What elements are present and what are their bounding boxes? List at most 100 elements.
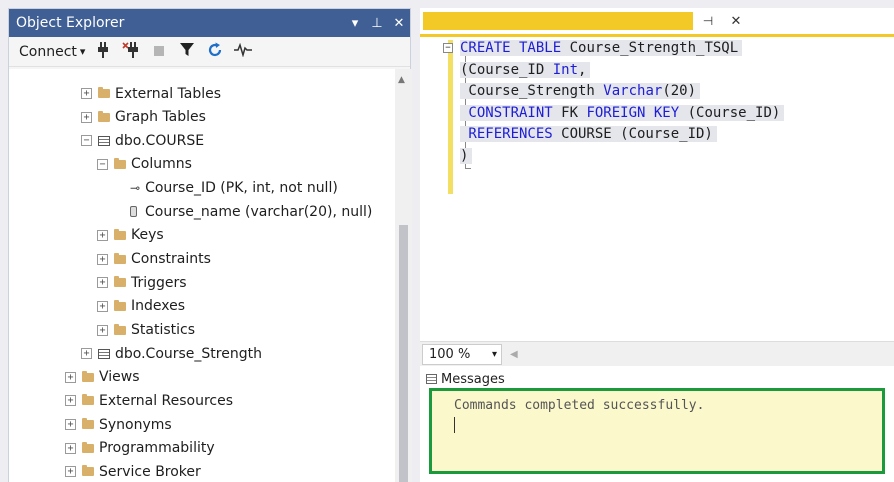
code-line-text: Course_Strength Varchar(20) — [460, 83, 701, 99]
query-editor[interactable]: ⊣ ✕ − CREATE TABLE Course_Strength_TSQL (C… — [420, 8, 894, 341]
expand-icon[interactable]: + — [81, 348, 92, 360]
messages-icon — [426, 374, 437, 384]
tree-node[interactable]: + Statistics — [97, 319, 195, 342]
tree-node-label: Course_name (varchar(20), null) — [145, 203, 373, 220]
sql-text: Course_Strength — [460, 83, 604, 99]
filter-icon[interactable] — [177, 42, 197, 61]
folder-icon — [98, 110, 110, 122]
tab-close-icon[interactable]: ✕ — [723, 14, 749, 29]
tree-node[interactable]: + Views — [65, 366, 140, 389]
expand-icon[interactable]: + — [65, 371, 76, 383]
sql-keyword: Varchar — [603, 83, 663, 99]
expand-icon[interactable]: + — [65, 442, 76, 454]
code-line[interactable]: CONSTRAINT FK FOREIGN KEY (Course_ID) — [460, 103, 785, 125]
sql-text: COURSE (Course_ID) — [552, 126, 713, 142]
expand-icon[interactable]: + — [97, 253, 108, 265]
sql-text: ) — [460, 147, 469, 164]
code-line-text: REFERENCES COURSE (Course_ID) — [460, 126, 717, 142]
tree-node[interactable]: + Triggers — [97, 271, 187, 294]
folder-icon — [114, 276, 126, 288]
tree-node[interactable]: + Synonyms — [65, 413, 172, 436]
sql-keyword: REFERENCES — [460, 126, 553, 142]
query-document-tab[interactable]: ⊣ ✕ — [420, 8, 756, 34]
editor-zoom-bar: 100 % ▾ ◀ — [420, 341, 894, 366]
expand-icon[interactable]: + — [81, 111, 92, 123]
expand-icon[interactable]: + — [97, 229, 108, 241]
tree-node-label: dbo.Course_Strength — [115, 345, 262, 362]
tree-node[interactable]: − dbo.COURSE — [81, 129, 204, 152]
refresh-icon[interactable] — [205, 42, 225, 62]
disconnect-icon[interactable] — [121, 41, 141, 62]
code-line[interactable]: Course_Strength Varchar(20) — [460, 81, 784, 103]
expand-icon[interactable]: + — [65, 419, 76, 431]
expand-icon[interactable]: + — [81, 88, 92, 99]
expand-icon[interactable]: + — [65, 466, 76, 478]
tree-node[interactable]: + External Resources — [65, 389, 233, 412]
tree-node[interactable]: + Keys — [97, 224, 164, 247]
activity-monitor-icon[interactable] — [233, 42, 253, 61]
close-icon[interactable]: ✕ — [388, 16, 410, 31]
zoom-level-value: 100 % — [429, 346, 471, 362]
sql-code[interactable]: − CREATE TABLE Course_Strength_TSQL (Cours… — [443, 38, 785, 168]
tree-node[interactable]: − Columns — [97, 153, 192, 176]
tree-node[interactable]: + dbo.Course_Strength — [81, 342, 262, 365]
code-line-text: CONSTRAINT FK FOREIGN KEY (Course_ID) — [460, 104, 785, 121]
changed-lines-marker — [448, 40, 453, 194]
zoom-dropdown-icon: ▾ — [491, 348, 497, 360]
tree-node-label: Keys — [131, 227, 164, 244]
code-line[interactable]: ) — [460, 146, 784, 168]
sql-text: (20) — [662, 83, 697, 99]
messages-output[interactable]: Commands completed successfully. — [429, 388, 885, 474]
folder-icon — [82, 465, 94, 477]
pin-icon[interactable]: ⊥ — [366, 16, 388, 31]
tree-node[interactable]: + External Tables — [81, 82, 221, 105]
object-explorer-tree: + External Tables + Graph Tables − dbo.COURSE… — [9, 69, 395, 482]
folder-icon — [82, 370, 94, 382]
zoom-level-select[interactable]: 100 % ▾ — [422, 343, 502, 365]
tree-node-label: Constraints — [131, 251, 211, 268]
tab-pin-icon[interactable]: ⊣ — [693, 14, 723, 28]
collapse-icon[interactable]: − — [81, 135, 92, 147]
folder-icon — [82, 418, 94, 430]
tree-node[interactable]: + Programmability — [65, 437, 215, 460]
scrollbar-thumb[interactable] — [399, 225, 408, 482]
expand-icon[interactable]: + — [65, 395, 76, 407]
sql-text: (Course_ID — [460, 61, 553, 78]
messages-tab-label: Messages — [441, 371, 505, 387]
key-icon: ⊸ — [130, 181, 141, 196]
folder-icon — [114, 323, 126, 335]
sql-text: Course_Strength_TSQL — [561, 40, 739, 56]
connect-plug-icon[interactable] — [93, 41, 113, 62]
object-explorer-toolbar: Connect ▾ — [9, 37, 410, 67]
tree-node[interactable]: + Indexes — [97, 295, 185, 318]
tree-node-label: Programmability — [99, 440, 215, 457]
tree-node[interactable]: + Service Broker — [65, 460, 201, 482]
tree-node[interactable]: ⊸ Course_ID (PK, int, not null) — [113, 177, 338, 200]
tree-node[interactable]: + Graph Tables — [81, 106, 206, 129]
code-line[interactable]: (Course_ID Int, — [460, 60, 784, 82]
stop-icon[interactable] — [149, 43, 169, 61]
scroll-left-arrow-icon[interactable]: ◀ — [510, 349, 518, 360]
expand-icon[interactable]: + — [97, 324, 108, 336]
window-position-dropdown-icon[interactable]: ▾ — [344, 16, 366, 31]
scroll-up-arrow-icon[interactable]: ▲ — [398, 75, 405, 85]
code-line[interactable]: − CREATE TABLE Course_Strength_TSQL — [443, 38, 784, 60]
code-line[interactable]: REFERENCES COURSE (Course_ID) — [460, 124, 784, 146]
folder-icon — [114, 299, 126, 311]
code-collapse-icon[interactable]: − — [443, 43, 453, 53]
query-tab-title-redacted[interactable] — [423, 12, 693, 30]
connect-button[interactable]: Connect ▾ — [19, 44, 85, 60]
tree-node[interactable]: + Constraints — [97, 248, 211, 271]
collapse-icon[interactable]: − — [97, 158, 108, 170]
table-icon — [98, 348, 110, 359]
expand-icon[interactable]: + — [97, 300, 108, 312]
sql-keyword: CREATE TABLE — [460, 40, 562, 56]
expand-icon[interactable]: + — [97, 277, 108, 289]
tree-node-label: Columns — [131, 156, 192, 173]
tree-node[interactable]: Course_name (varchar(20), null) — [113, 200, 372, 223]
messages-tab[interactable]: Messages — [426, 370, 505, 388]
object-explorer-title: Object Explorer — [16, 15, 125, 31]
tree-node-label: Triggers — [131, 274, 187, 291]
tree-vertical-scrollbar[interactable]: ▲ — [395, 69, 412, 482]
tree-node-label: Views — [99, 369, 140, 386]
